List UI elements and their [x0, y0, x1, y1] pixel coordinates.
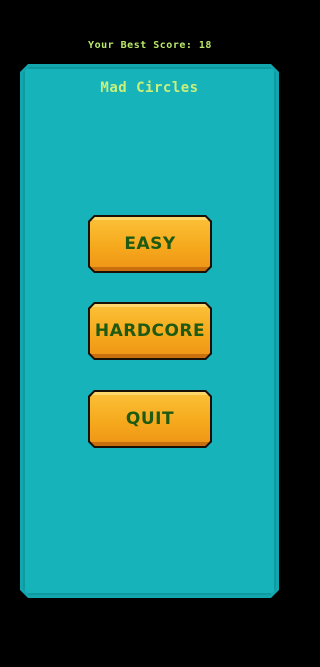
hardcore-button-label: HARDCORE — [94, 321, 206, 341]
quit-button[interactable]: QUIT — [88, 390, 212, 448]
easy-button-face[interactable]: EASY — [90, 217, 210, 271]
quit-button-face[interactable]: QUIT — [90, 392, 210, 446]
best-score-label: Your Best Score: 18 — [88, 40, 212, 51]
quit-button-label: QUIT — [125, 409, 175, 429]
easy-button[interactable]: EASY — [88, 215, 212, 273]
hardcore-button[interactable]: HARDCORE — [88, 302, 212, 360]
hardcore-button-face[interactable]: HARDCORE — [90, 304, 210, 358]
easy-button-label: EASY — [124, 234, 176, 254]
main-menu-screen: Your Best Score: 18 Mad Circles EASY HAR… — [0, 0, 300, 667]
game-title: Mad Circles — [100, 80, 199, 96]
